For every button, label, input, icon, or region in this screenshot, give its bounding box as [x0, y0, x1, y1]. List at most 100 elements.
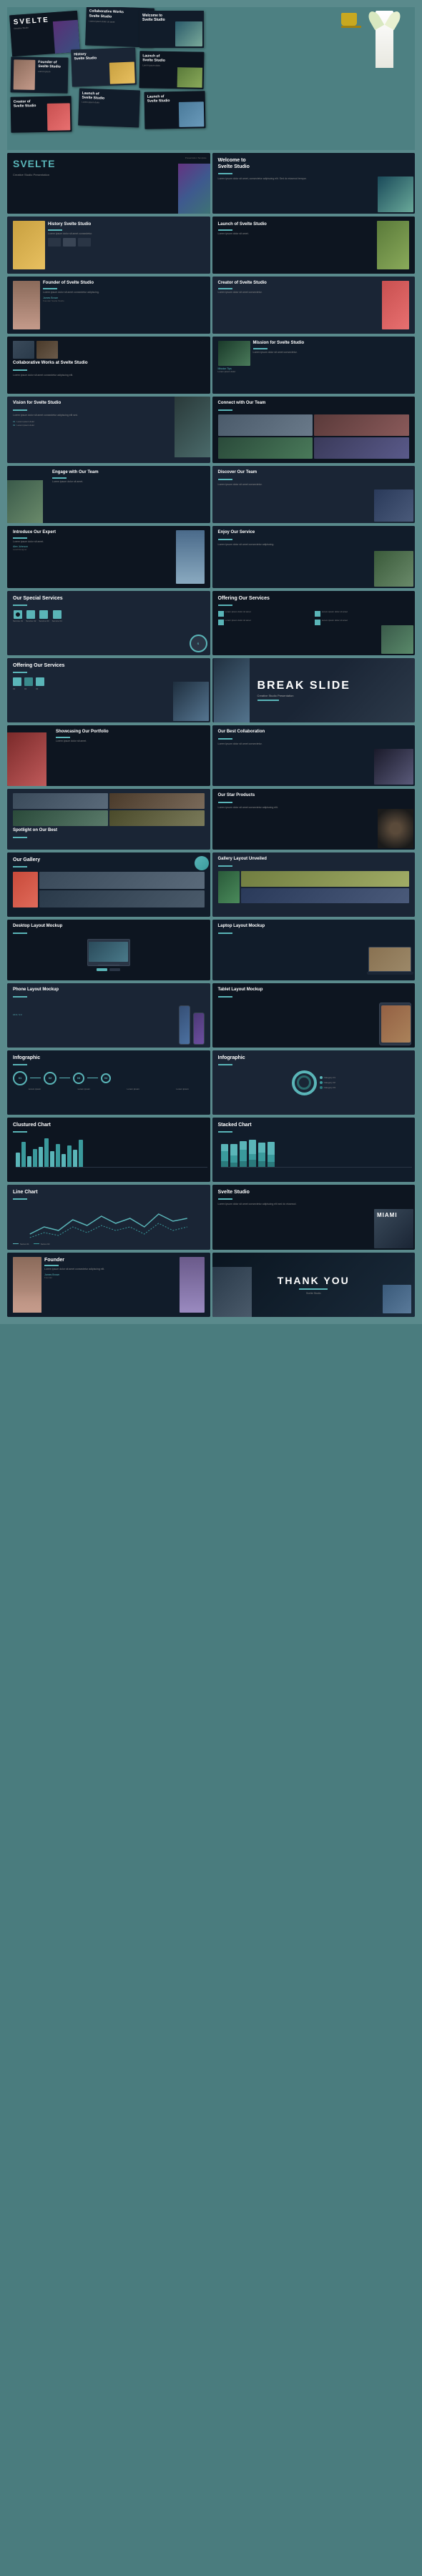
- slide-svelte-hero: SVELTE Creative Studio Presentation Pres…: [7, 153, 210, 214]
- slide-engage: Engage with Our Team Lorem ipsum dolor s…: [7, 466, 210, 523]
- offering1-title: Offering Our Services: [218, 595, 410, 602]
- scattered-slide-9: Launch ofSvelte Studio: [144, 91, 206, 129]
- connect-title: Connect with Our Team: [218, 401, 410, 407]
- break-title: BREAK SLIDE: [257, 680, 410, 692]
- slide-clustured: Clustured Chart: [7, 1118, 210, 1182]
- phone-title: Phone Layout Mockup: [13, 988, 205, 993]
- history-text: Lorem ipsum dolor sit amet consectetur.: [48, 232, 205, 236]
- row-18: Founder Lorem ipsum dolor sit amet conse…: [7, 1253, 415, 1317]
- row-9: Offering Our Services 01 02 03: [7, 658, 415, 722]
- row-8: Our Special Services Service 01 Service …: [7, 591, 415, 655]
- slide-mission: Mission Tips Lorem ipsum dolor Mission f…: [212, 337, 416, 394]
- row-13: Desktop Layout Mockup: [7, 920, 415, 980]
- infographic2-title: Infographic: [218, 1055, 410, 1061]
- slide-gallery: Our Gallery: [7, 852, 210, 917]
- portfolio-title: Showcasing Our Portfolio: [56, 730, 205, 735]
- founder-role: Founder Svelte Studio: [43, 299, 205, 302]
- clustured-title: Clustured Chart: [13, 1122, 205, 1128]
- slide-gallery2: Gallery Layout Unveiled: [212, 852, 416, 917]
- slide-infographic2: Infographic Category 01 Category 02: [212, 1050, 416, 1115]
- discover-title: Discover Our Team: [218, 470, 410, 476]
- slide-desc: Presentation Template: [185, 156, 207, 159]
- break-subtitle: Creative Studio Presentation: [257, 694, 410, 697]
- scattered-slide-4: HistorySvelte Studio: [71, 47, 137, 86]
- creator-text: Lorem ipsum dolor sit amet consectetur.: [218, 291, 380, 294]
- portfolio-text: Lorem ipsum dolor sit amet.: [56, 740, 205, 743]
- founder-text: Lorem ipsum dolor sit amet consectetur a…: [43, 291, 205, 294]
- launch-title: Launch of Svelte Studio: [218, 222, 375, 228]
- row-4: Collaborative Works at Svelte Studio Lor…: [7, 337, 415, 394]
- scatter-title-3: Founder ofSvelte Studio: [38, 60, 61, 69]
- row-12: Our Gallery Gallery Layout Unveiled: [7, 852, 415, 917]
- page-wrapper: SVELTE Creative Studio Collaborative Wor…: [0, 0, 422, 1324]
- slide-history: History Svelte Studio Lorem ipsum dolor …: [7, 217, 210, 274]
- flower-decoration: [365, 11, 404, 75]
- scattered-slide-8: Launch ofSvelte Studio Lorem ipsum dolor: [78, 89, 140, 128]
- scattered-preview-section: SVELTE Creative Studio Collaborative Wor…: [7, 7, 415, 150]
- founder-title: Founder of Svelte Studio: [43, 281, 205, 287]
- creator-title: Creator of Svelte Studio: [218, 281, 380, 287]
- slide-star: Our Star Products Lorem ipsum dolor sit …: [212, 789, 416, 850]
- mission-text: Lorem ipsum dolor sit amet consectetur.: [253, 351, 410, 354]
- slide-founder: Founder of Svelte Studio Lorem ipsum dol…: [7, 277, 210, 334]
- slide-stacked: Stacked Chart: [212, 1118, 416, 1182]
- gallery2-title: Gallery Layout Unveiled: [218, 857, 410, 862]
- founder2-title: Founder: [44, 1257, 177, 1263]
- slide-connect: Connect with Our Team: [212, 397, 416, 463]
- scatter-title-4: HistorySvelte Studio: [74, 51, 132, 61]
- slide-thankyou: THANK YOU Svelte Studio: [212, 1253, 416, 1317]
- slide-spotlight: Spotlight on Our Best: [7, 789, 210, 850]
- scattered-slide-3: Founder ofSvelte Studio Lorem ipsum: [11, 56, 69, 93]
- tablet-title: Tablet Layout Mockup: [218, 988, 410, 993]
- slide-offering-2: Offering Our Services 01 02 03: [7, 658, 210, 722]
- collab2-title: Our Best Collaboration: [218, 730, 410, 735]
- history-title: History Svelte Studio: [48, 222, 205, 228]
- desktop-title: Desktop Layout Mockup: [13, 924, 205, 930]
- slide-welcome: Welcome toSvelte Studio Lorem ipsum dolo…: [212, 153, 416, 214]
- slide-launch: Launch of Svelte Studio Lorem ipsum dolo…: [212, 217, 416, 274]
- welcome-title: Welcome toSvelte Studio: [218, 157, 410, 170]
- row-2: History Svelte Studio Lorem ipsum dolor …: [7, 217, 415, 274]
- mission-text-small: Lorem ipsum dolor: [218, 370, 250, 373]
- collab-title: Collaborative Works at Svelte Studio: [13, 361, 205, 367]
- collab-text: Lorem ipsum dolor sit amet consectetur a…: [13, 374, 205, 377]
- enjoy-text: Lorem ipsum dolor sit amet consectetur a…: [218, 543, 410, 547]
- slide-desktop: Desktop Layout Mockup: [7, 920, 210, 980]
- cup-decoration: [341, 13, 361, 29]
- row-5: Vision for Svelte Studio Lorem ipsum dol…: [7, 397, 415, 463]
- slide-founder2: Founder Lorem ipsum dolor sit amet conse…: [7, 1253, 210, 1317]
- collab2-text: Lorem ipsum dolor sit amet consectetur.: [218, 742, 410, 746]
- scattered-slide-7: Creator ofSvelte Studio: [11, 96, 72, 132]
- row-1: SVELTE Creative Studio Presentation Pres…: [7, 153, 415, 214]
- slide-portfolio: Showcasing Our Portfolio Lorem ipsum dol…: [7, 725, 210, 786]
- line-chart-svg: [16, 1205, 202, 1241]
- gallery-title: Our Gallery: [13, 857, 205, 863]
- expert-role: Lead Designer: [13, 548, 173, 551]
- engage-text: Lorem ipsum dolor sit amet.: [52, 480, 205, 484]
- studio-title: Svelte Studio: [218, 1189, 410, 1195]
- mission-title: Mission for Svelte Studio: [253, 341, 410, 347]
- infographic1-title: Infographic: [13, 1055, 205, 1061]
- row-14: Phone Layout Mockup 16:9 / 4:3 Tablet La…: [7, 983, 415, 1048]
- slide-line-chart: Line Chart Series 01 Series 02: [7, 1185, 210, 1250]
- row-7: Introduce Our Expert Lorem ipsum dolor s…: [7, 526, 415, 588]
- slide-offering-1: Offering Our Services Lorem ipsum dolor …: [212, 591, 416, 655]
- launch-text: Lorem ipsum dolor sit amet.: [218, 232, 375, 236]
- discover-text: Lorem ipsum dolor sit amet consectetur.: [218, 483, 410, 487]
- slide-expert: Introduce Our Expert Lorem ipsum dolor s…: [7, 526, 210, 588]
- slide-vision: Vision for Svelte Studio Lorem ipsum dol…: [7, 397, 210, 463]
- row-15: Infographic 01 02 03 04: [7, 1050, 415, 1115]
- line-title: Line Chart: [13, 1189, 205, 1195]
- slide-creator: Creator of Svelte Studio Lorem ipsum dol…: [212, 277, 416, 334]
- founder2-role: Founder: [44, 1276, 177, 1279]
- slide-tablet: Tablet Layout Mockup: [212, 983, 416, 1048]
- thankyou-subtitle: Svelte Studio: [218, 1292, 410, 1295]
- stacked-title: Stacked Chart: [218, 1122, 410, 1128]
- hero-title: SVELTE: [13, 157, 205, 170]
- scattered-slide-5: Welcome toSvelte Studio: [139, 11, 204, 48]
- services-title: Our Special Services: [13, 595, 205, 602]
- spotlight-title: Spotlight on Our Best: [13, 828, 205, 834]
- slide-special-services: Our Special Services Service 01 Service …: [7, 591, 210, 655]
- slide-discover: Discover Our Team Lorem ipsum dolor sit …: [212, 466, 416, 523]
- slide-laptop: Laptop Layout Mockup: [212, 920, 416, 980]
